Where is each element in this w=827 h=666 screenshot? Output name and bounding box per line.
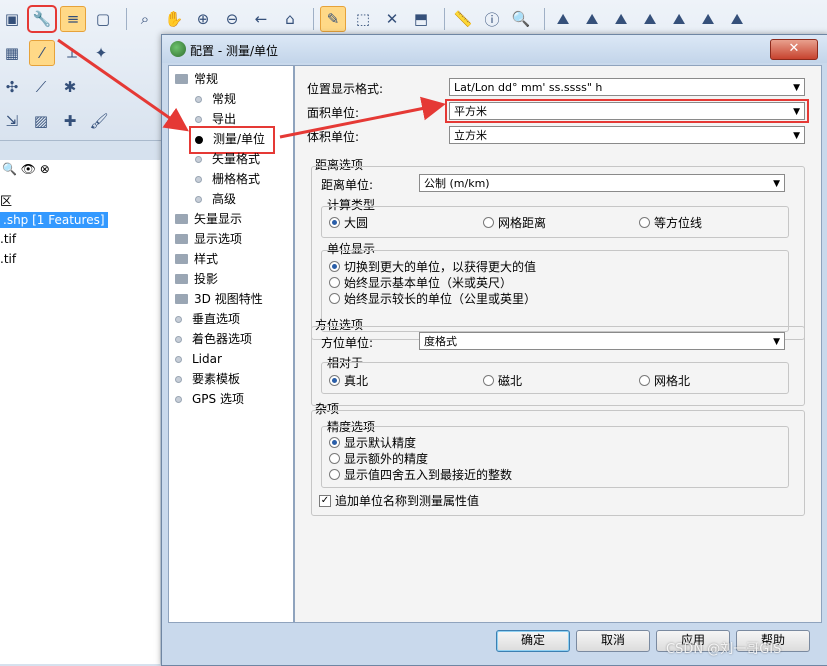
watermark: CSDN @刘一哥GIS (666, 642, 782, 657)
annotation-arrows (57, 38, 446, 139)
annotation-arrow-1 (57, 38, 189, 132)
annotation-arrow-2 (279, 96, 446, 139)
